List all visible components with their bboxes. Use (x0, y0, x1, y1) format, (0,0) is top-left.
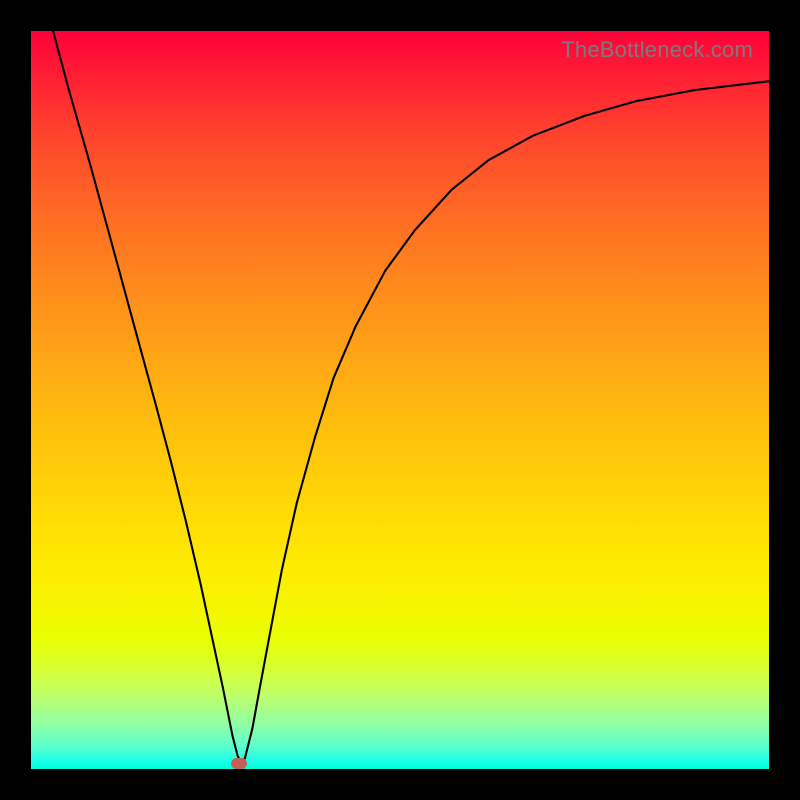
optimal-point-marker (231, 758, 247, 769)
chart-frame: TheBottleneck.com (0, 0, 800, 800)
plot-area: TheBottleneck.com (31, 31, 769, 769)
bottleneck-curve (31, 31, 769, 769)
